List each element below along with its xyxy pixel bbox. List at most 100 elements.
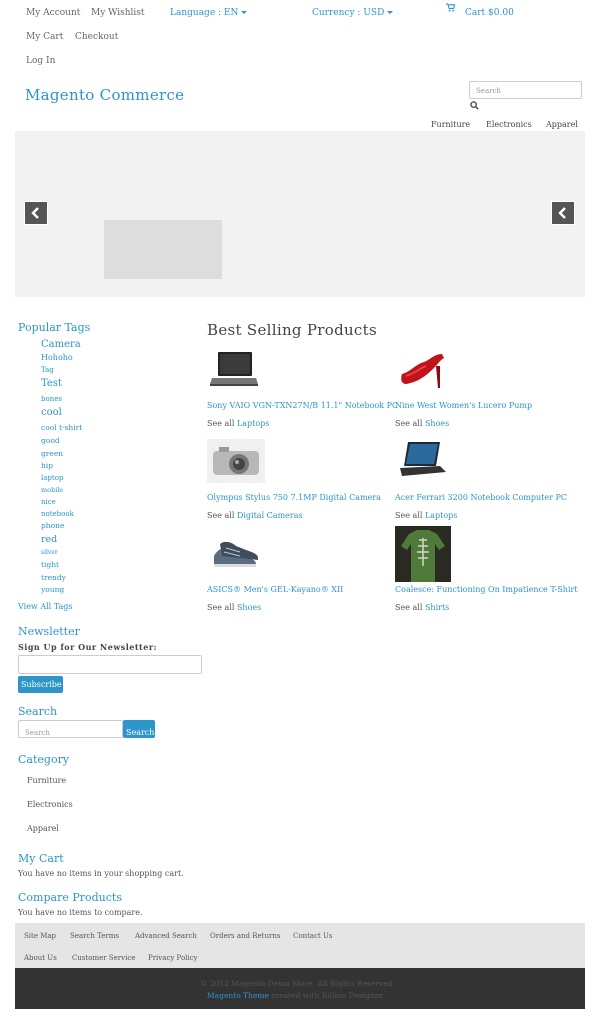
product-name-link[interactable]: Acer Ferrari 3200 Notebook Computer PC <box>395 493 567 502</box>
tag-link[interactable]: trendy <box>41 573 66 582</box>
compare-text: You have no items to compare. <box>18 908 143 917</box>
view-all-tags-link[interactable]: View All Tags <box>18 602 72 611</box>
log-in-link[interactable]: Log In <box>26 56 55 66</box>
see-all-label: See all <box>395 419 423 428</box>
magento-theme-link[interactable]: Magento Theme <box>207 991 269 1000</box>
see-all-row: See all Shirts <box>395 603 449 612</box>
tag-link[interactable]: Tag <box>41 366 54 374</box>
slider-prev-button[interactable] <box>24 201 48 225</box>
footer-link-search-terms[interactable]: Search Terms <box>70 932 119 940</box>
newsletter-email-field[interactable] <box>18 655 202 674</box>
category-item-apparel[interactable]: Apparel <box>27 824 59 833</box>
tshirt-icon[interactable] <box>395 526 451 585</box>
my-account-link[interactable]: My Account <box>26 8 80 18</box>
category-link[interactable]: Shoes <box>425 419 449 428</box>
tag-link[interactable]: bones <box>41 395 62 403</box>
compare-title: Compare Products <box>18 891 122 904</box>
slider-next-button[interactable] <box>551 201 575 225</box>
chevron-left-icon <box>558 207 566 219</box>
see-all-label: See all <box>207 603 235 612</box>
product-name-link[interactable]: Nine West Women's Lucero Pump <box>395 401 532 410</box>
category-item-electronics[interactable]: Electronics <box>27 800 73 809</box>
my-cart-text: You have no items in your shopping cart. <box>18 869 184 878</box>
my-wishlist-link[interactable]: My Wishlist <box>91 8 145 18</box>
tag-link[interactable]: cool t-shirt <box>41 423 82 432</box>
slide-image-placeholder <box>104 220 222 279</box>
footer-link-about-us[interactable]: About Us <box>24 954 57 962</box>
theme-credit-text: created with Billion Designer. <box>271 991 385 1000</box>
tag-link[interactable]: good <box>41 436 60 445</box>
footer-link-orders-returns[interactable]: Orders and Returns <box>210 932 280 940</box>
theme-credit: Magento Theme created with Billion Desig… <box>207 991 385 1000</box>
footer-link-advanced-search[interactable]: Advanced Search <box>135 932 197 940</box>
sidebar-search-button[interactable]: Search <box>123 720 155 738</box>
see-all-row: See all Digital Cameras <box>207 511 303 520</box>
footer-link-customer-service[interactable]: Customer Service <box>72 954 135 962</box>
laptop-icon[interactable] <box>396 440 448 483</box>
tag-link[interactable]: notebook <box>41 510 74 518</box>
language-label: Language <box>170 8 216 18</box>
newsletter-title: Newsletter <box>18 625 80 638</box>
footer-link-privacy-policy[interactable]: Privacy Policy <box>148 954 198 962</box>
language-selector[interactable]: Language : EN <box>170 8 248 18</box>
tag-link[interactable]: young <box>41 585 64 594</box>
my-cart-title: My Cart <box>18 852 64 865</box>
tag-link[interactable]: phone <box>41 521 64 530</box>
category-item-furniture[interactable]: Furniture <box>27 776 66 785</box>
red-pump-icon[interactable] <box>396 350 448 393</box>
cart-label: Cart <box>465 8 486 18</box>
currency-selector[interactable]: Currency : USD <box>312 8 394 18</box>
see-all-label: See all <box>207 511 235 520</box>
product-name-link[interactable]: ASICS® Men's GEL-Kayano® XII <box>207 585 343 594</box>
search-title: Search <box>18 705 58 718</box>
my-cart-link[interactable]: My Cart <box>26 32 63 42</box>
tag-link[interactable]: Test <box>41 378 62 389</box>
site-logo[interactable]: Magento Commerce <box>25 86 184 104</box>
nav-item-furniture[interactable]: Furniture <box>431 120 470 129</box>
tag-link[interactable]: hip <box>41 461 53 470</box>
search-icon[interactable] <box>470 101 479 110</box>
see-all-row: See all Laptops <box>207 419 269 428</box>
hero-slider <box>15 131 585 297</box>
newsletter-label: Sign Up for Our Newsletter: <box>18 642 157 652</box>
tag-link[interactable]: mobile <box>41 486 63 494</box>
footer-link-contact-us[interactable]: Contact Us <box>293 932 333 940</box>
tag-link[interactable]: nice <box>41 498 56 506</box>
cart-total: $0.00 <box>488 8 514 18</box>
category-link[interactable]: Shirts <box>425 603 449 612</box>
tag-link[interactable]: Camera <box>41 339 81 350</box>
category-link[interactable]: Laptops <box>425 511 457 520</box>
product-name-link[interactable]: Olympus Stylus 750 7.1MP Digital Camera <box>207 493 381 502</box>
subscribe-button[interactable]: Subscribe <box>18 676 63 693</box>
tag-link[interactable]: cool <box>41 407 62 418</box>
see-all-label: See all <box>395 603 423 612</box>
sneaker-icon[interactable] <box>210 534 262 577</box>
category-link[interactable]: Shoes <box>237 603 261 612</box>
footer-bottom: © 2012 Magento Demo Store. All Rights Re… <box>15 968 585 1009</box>
tag-link[interactable]: Hohoho <box>41 353 73 362</box>
laptop-icon[interactable] <box>208 350 260 393</box>
tag-link[interactable]: tight <box>41 560 59 569</box>
camera-icon[interactable] <box>207 439 265 486</box>
cart-icon[interactable] <box>446 3 456 15</box>
nav-item-apparel[interactable]: Apparel <box>546 120 578 129</box>
nav-item-electronics[interactable]: Electronics <box>486 120 532 129</box>
product-name-link[interactable]: Coalesce: Functioning On Impatience T-Sh… <box>395 585 578 594</box>
category-link[interactable]: Digital Cameras <box>237 511 303 520</box>
tag-link[interactable]: green <box>41 449 63 458</box>
language-value: : EN <box>218 8 239 18</box>
category-title: Category <box>18 753 70 766</box>
tag-link[interactable]: silver <box>41 549 58 556</box>
product-name-link[interactable]: Sony VAIO VGN-TXN27N/B 11.1" Notebook PC <box>207 401 398 410</box>
header-search-input[interactable]: Search <box>469 81 582 99</box>
footer-links: Site Map Search Terms Advanced Search Or… <box>15 923 585 968</box>
tag-link[interactable]: laptop <box>41 474 63 482</box>
sidebar-search-input[interactable]: Search <box>18 720 123 738</box>
tag-link[interactable]: red <box>41 534 57 545</box>
cart-link[interactable]: Cart $0.00 <box>465 8 514 18</box>
copyright-text: © 2012 Magento Demo Store. All Rights Re… <box>200 979 395 988</box>
footer-link-site-map[interactable]: Site Map <box>24 932 56 940</box>
see-all-row: See all Shoes <box>207 603 261 612</box>
checkout-link[interactable]: Checkout <box>75 32 118 42</box>
category-link[interactable]: Laptops <box>237 419 269 428</box>
